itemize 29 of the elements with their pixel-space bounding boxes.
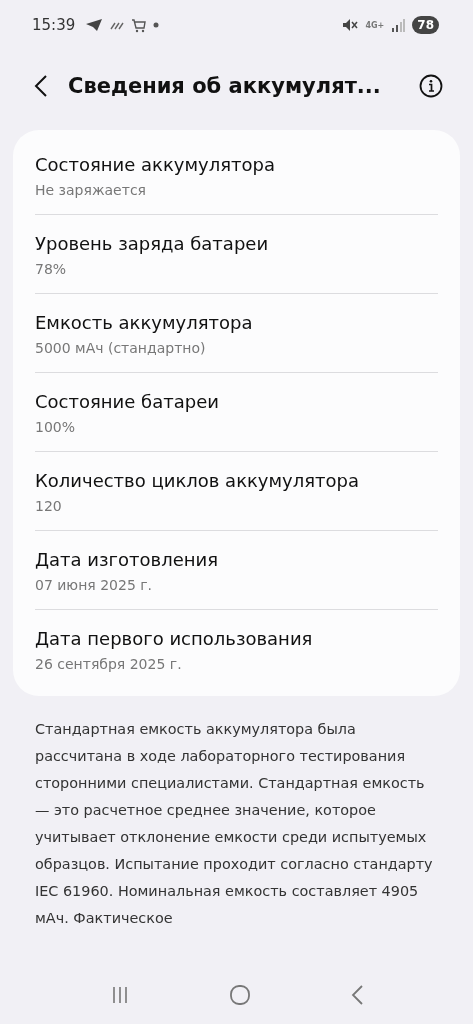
battery-badge: 78 [412,16,439,34]
back-icon[interactable] [349,984,364,1006]
info-button[interactable] [419,74,443,98]
note-paragraph: Стандартная емкость аккумулятора была рассчитана в ходе лабораторного тестирования сторонними специалистами. Стандартная емкость — это расчетное среднее значение, которое учитывает отклонение емкости среди испытуемых образцов. Испытание проходит согласно стандарту IEC 61960. Номинальная емкость составляет 4905 мАч. Фактическое [35,720,434,928]
item-value: 100% [35,418,77,437]
item-title: Состояние батареи [35,390,220,414]
cart-icon [131,17,147,33]
item-value: 07 июня 2025 г. [35,576,154,595]
page-title: Сведения об аккумулят... [68,74,382,98]
paper-plane-icon [85,18,104,32]
item-value: 26 сентября 2025 г. [35,655,183,674]
item-title: Емкость аккумулятора [35,311,254,335]
dot-icon [153,22,160,28]
mute-icon [342,18,359,32]
item-title: Уровень заряда батареи [35,232,270,256]
slashes-icon [110,20,125,30]
item-title: Дата изготовления [35,548,220,572]
signal-icon [391,18,406,32]
home-icon[interactable] [228,984,251,1006]
item-title: Дата первого использования [35,627,314,651]
item-value: 78% [35,260,68,279]
status-time: 15:39 [32,16,76,34]
network-label: 4G+ [365,20,385,30]
item-title: Количество циклов аккумулятора [35,469,361,493]
item-value: 120 [35,497,63,516]
item-value: Не заряжается [35,181,147,200]
back-button[interactable] [34,74,48,98]
item-value: 5000 мАч (стандартно) [35,339,207,358]
item-title: Состояние аккумулятора [35,153,276,177]
